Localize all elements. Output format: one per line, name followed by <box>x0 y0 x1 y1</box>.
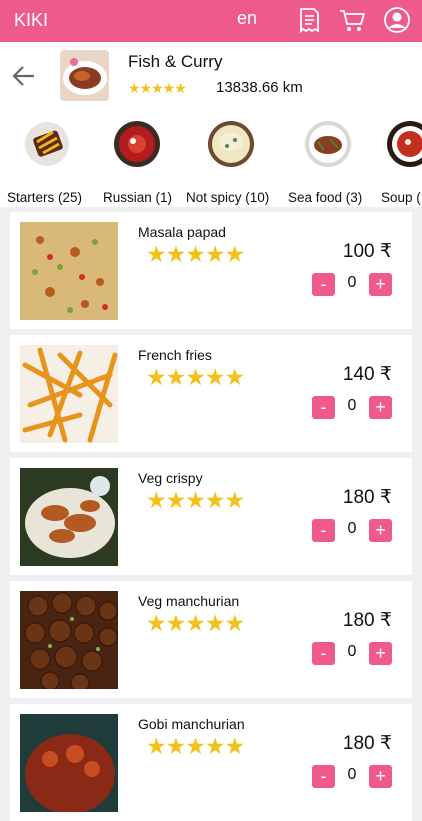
language-selector[interactable]: en <box>237 8 257 29</box>
increment-button[interactable]: + <box>369 273 392 296</box>
dish-image <box>20 468 118 566</box>
back-arrow-icon[interactable] <box>10 62 38 90</box>
dish-name: Masala papad <box>138 224 226 240</box>
user-icon[interactable] <box>382 5 412 35</box>
quantity-stepper: - 0 + <box>312 396 392 419</box>
dish-price: 180 ₹ <box>342 487 392 508</box>
category-label: Soup ( <box>381 190 421 205</box>
quantity-stepper: - 0 + <box>312 273 392 296</box>
quantity-value: 0 <box>347 520 357 537</box>
dish-rating: ★★★★★ <box>146 241 245 267</box>
quantity-value: 0 <box>347 397 357 414</box>
cart-icon[interactable] <box>337 5 367 35</box>
category-image <box>304 120 352 168</box>
category-image <box>386 120 422 168</box>
restaurant-distance: 13838.66 km <box>216 79 303 96</box>
decrement-button[interactable]: - <box>312 273 335 296</box>
top-bar: KIKI en <box>0 0 422 42</box>
category-image <box>207 120 255 168</box>
quantity-stepper: - 0 + <box>312 519 392 542</box>
quantity-stepper: - 0 + <box>312 765 392 788</box>
category-label: Russian (1) <box>103 190 173 205</box>
category-label: Not spicy (10) <box>186 190 270 205</box>
dish-image <box>20 591 118 689</box>
decrement-button[interactable]: - <box>312 519 335 542</box>
dish-name: Gobi manchurian <box>138 716 245 732</box>
quantity-value: 0 <box>347 274 357 291</box>
decrement-button[interactable]: - <box>312 396 335 419</box>
category-image <box>23 120 71 168</box>
increment-button[interactable]: + <box>369 519 392 542</box>
category-label: Starters (25) <box>7 190 83 205</box>
increment-button[interactable]: + <box>369 396 392 419</box>
dish-image <box>20 714 118 812</box>
dish-rating: ★★★★★ <box>146 610 245 636</box>
dish-name: French fries <box>138 347 212 363</box>
decrement-button[interactable]: - <box>312 765 335 788</box>
increment-button[interactable]: + <box>369 765 392 788</box>
dish-card[interactable]: Masala papad ★★★★★ 100 ₹ - 0 + <box>10 212 412 329</box>
dish-price: 180 ₹ <box>342 610 392 631</box>
category-strip: Starters (25) Russian (1) Not spicy (10)… <box>0 110 422 207</box>
dish-price: 180 ₹ <box>342 733 392 754</box>
dish-card[interactable]: Veg crispy ★★★★★ 180 ₹ - 0 + <box>10 458 412 575</box>
category-label: Sea food (3) <box>288 190 363 205</box>
dish-rating: ★★★★★ <box>146 487 245 513</box>
restaurant-image <box>60 50 109 101</box>
dish-price: 100 ₹ <box>342 241 392 262</box>
restaurant-header: Fish & Curry ★★★★★ 13838.66 km <box>0 42 422 110</box>
increment-button[interactable]: + <box>369 642 392 665</box>
app-title[interactable]: KIKI <box>14 10 48 31</box>
quantity-stepper: - 0 + <box>312 642 392 665</box>
quantity-value: 0 <box>347 643 357 660</box>
decrement-button[interactable]: - <box>312 642 335 665</box>
dish-rating: ★★★★★ <box>146 364 245 390</box>
dish-card[interactable]: Veg manchurian ★★★★★ 180 ₹ - 0 + <box>10 581 412 698</box>
category-image <box>113 120 161 168</box>
quantity-value: 0 <box>347 766 357 783</box>
dish-price: 140 ₹ <box>342 364 392 385</box>
restaurant-rating: ★★★★★ <box>128 80 187 96</box>
dish-name: Veg crispy <box>138 470 203 486</box>
dish-list: Masala papad ★★★★★ 100 ₹ - 0 + French fr… <box>0 207 422 821</box>
dish-card[interactable]: French fries ★★★★★ 140 ₹ - 0 + <box>10 335 412 452</box>
dish-image <box>20 345 118 443</box>
dish-name: Veg manchurian <box>138 593 240 609</box>
restaurant-name: Fish & Curry <box>128 52 223 71</box>
dish-image <box>20 222 118 320</box>
dish-card[interactable]: Gobi manchurian ★★★★★ 180 ₹ - 0 + <box>10 704 412 821</box>
receipt-icon[interactable] <box>294 5 324 35</box>
dish-rating: ★★★★★ <box>146 733 245 759</box>
